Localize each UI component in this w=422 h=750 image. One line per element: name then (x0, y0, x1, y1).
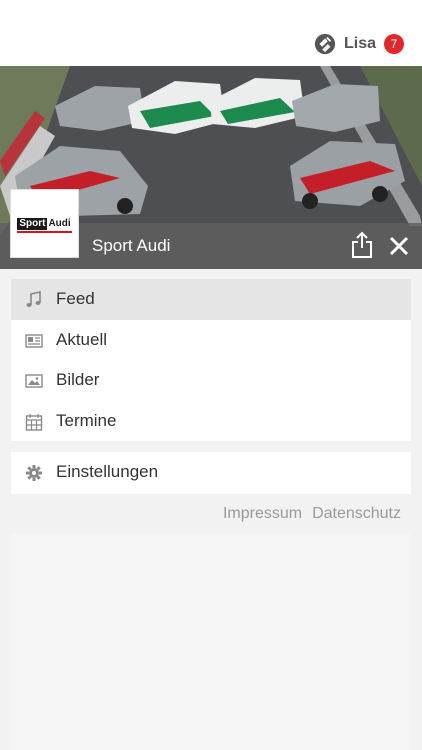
datenschutz-link[interactable]: Datenschutz (312, 505, 401, 523)
user-profile-button[interactable]: Lisa 7 (314, 32, 404, 56)
menu-item-aktuell[interactable]: Aktuell (11, 320, 411, 361)
menu-item-label: Bilder (56, 370, 100, 389)
menu-item-label: Aktuell (56, 329, 108, 349)
newspaper-icon (25, 333, 43, 348)
app-logo-icon (314, 33, 336, 55)
page-title: Sport Audi (92, 236, 171, 255)
user-name: Lisa (343, 35, 376, 52)
gear-icon (26, 465, 42, 481)
menu-item-bilder[interactable]: Bilder (11, 360, 411, 401)
settings-menu: Einstellungen (11, 452, 411, 494)
close-icon[interactable] (388, 235, 410, 257)
menu-item-termine[interactable]: Termine (11, 401, 411, 442)
menu-item-label: Feed (56, 289, 95, 308)
sport-audi-logo: Sport Audi (17, 217, 72, 233)
impressum-link[interactable]: Impressum (223, 505, 302, 523)
empty-content-area (11, 534, 411, 750)
menu-item-label: Einstellungen (56, 462, 159, 481)
calendar-icon (25, 413, 43, 431)
menu-item-label: Termine (56, 410, 117, 430)
image-icon (25, 374, 43, 388)
music-note-icon (26, 291, 41, 307)
menu-item-einstellungen[interactable]: Einstellungen (11, 452, 411, 493)
share-icon[interactable] (351, 231, 373, 259)
page-logo: Sport Audi (10, 189, 79, 258)
footer-links: Impressum Datenschutz (223, 505, 401, 523)
notification-badge[interactable]: 7 (384, 34, 404, 54)
menu-item-feed[interactable]: Feed (11, 279, 411, 320)
navigation-menu: Feed Aktuell Bilder Termine (11, 279, 411, 441)
top-bar: Lisa 7 (0, 0, 422, 66)
